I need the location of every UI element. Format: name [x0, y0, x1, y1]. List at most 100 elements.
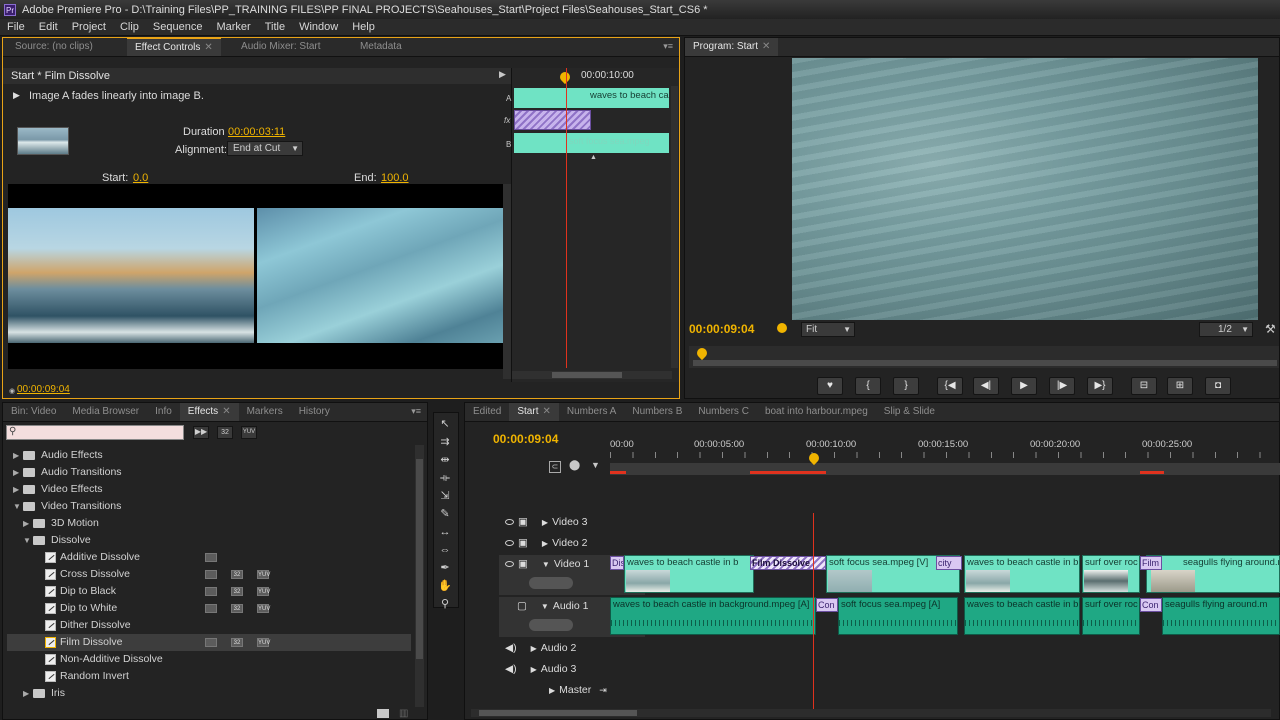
tab-effects[interactable]: Effects ✕: [179, 403, 239, 421]
ec-vertical-scrollbar[interactable]: [671, 86, 678, 368]
yuv-effects-filter[interactable]: YUV: [241, 426, 257, 439]
audio-clip[interactable]: seagulls flying around.m: [1162, 597, 1280, 635]
tab-numbers-c[interactable]: Numbers C: [690, 403, 757, 421]
expand-icon[interactable]: ▶: [23, 515, 33, 532]
program-playhead-icon[interactable]: [694, 345, 710, 361]
audio-clip[interactable]: waves to beach castle in b: [964, 597, 1080, 635]
toggle-output-icon[interactable]: ▢: [517, 600, 527, 612]
tree-dissolve[interactable]: ▼ Dissolve: [7, 532, 411, 549]
ec-current-time[interactable]: 00:00:09:04: [17, 384, 70, 395]
step-forward-button[interactable]: |▶: [1049, 377, 1075, 395]
set-marker-icon[interactable]: ⬤: [569, 460, 580, 471]
audio-transition[interactable]: Con: [1140, 598, 1162, 612]
mark-out-button[interactable]: }: [893, 377, 919, 395]
film-icon[interactable]: ▣: [518, 537, 528, 549]
step-back-button[interactable]: ◀|: [973, 377, 999, 395]
timeline-scrollbar[interactable]: [471, 709, 1271, 717]
lift-button[interactable]: ⊟: [1131, 377, 1157, 395]
effects-scrollbar[interactable]: [415, 445, 424, 707]
expand-icon[interactable]: ▶: [542, 539, 548, 548]
eye-icon[interactable]: [505, 540, 514, 546]
ec-left-scrollbar[interactable]: [503, 184, 511, 379]
trash-icon[interactable]: ▥: [399, 708, 408, 719]
collapse-icon[interactable]: ▼: [23, 532, 33, 549]
tree-non-additive-dissolve[interactable]: Non-Additive Dissolve: [7, 651, 411, 668]
video-clip[interactable]: waves to beach castle in b: [624, 555, 754, 593]
alignment-dropdown[interactable]: End at Cut ▼: [227, 141, 303, 156]
tree-additive-dissolve[interactable]: Additive Dissolve: [7, 549, 411, 566]
start-value[interactable]: 0.0: [133, 172, 148, 184]
ec-clip-a[interactable]: waves to beach castle in backgrou: [514, 88, 669, 108]
tab-audio-mixer[interactable]: Audio Mixer: Start: [221, 38, 341, 56]
tree-film-dissolve[interactable]: Film Dissolve 32 YUV: [7, 634, 411, 651]
go-to-out-button[interactable]: ▶}: [1087, 377, 1113, 395]
video-transition[interactable]: Film: [1140, 556, 1162, 570]
tab-media-browser[interactable]: Media Browser: [64, 403, 147, 421]
collapse-icon[interactable]: ▼: [541, 602, 549, 611]
rate-stretch-tool-icon[interactable]: ⇲: [437, 489, 453, 503]
menu-sequence[interactable]: Sequence: [146, 21, 210, 33]
close-icon[interactable]: ✕: [762, 41, 770, 52]
video-transition-film-dissolve[interactable]: Film Dissolve: [750, 556, 826, 570]
32bit-effects-filter[interactable]: 32: [217, 426, 233, 439]
ripple-edit-tool-icon[interactable]: ⇹: [437, 453, 453, 467]
tree-3d-motion[interactable]: ▶ 3D Motion: [7, 515, 411, 532]
expand-icon[interactable]: ▶: [542, 518, 548, 527]
ec-transition-block[interactable]: [514, 110, 591, 130]
speaker-icon[interactable]: ◀): [505, 642, 517, 654]
tab-info[interactable]: Info: [147, 403, 180, 421]
program-timecode[interactable]: 00:00:09:04: [689, 322, 754, 336]
tree-video-effects[interactable]: ▶ Video Effects: [7, 481, 411, 498]
zoom-tool-icon[interactable]: ⚲: [437, 597, 453, 611]
menu-window[interactable]: Window: [292, 21, 345, 33]
mark-in-button[interactable]: {: [855, 377, 881, 395]
tab-markers[interactable]: Markers: [239, 403, 291, 421]
audio-transition[interactable]: Con: [816, 598, 838, 612]
tree-audio-transitions[interactable]: ▶ Audio Transitions: [7, 464, 411, 481]
audio-clip[interactable]: soft focus sea.mpeg [A]: [838, 597, 958, 635]
effects-scroll-thumb[interactable]: [416, 459, 423, 659]
keyframe-toggle[interactable]: [529, 619, 573, 631]
tab-history[interactable]: History: [291, 403, 338, 421]
tab-effect-controls[interactable]: Effect Controls ✕: [127, 38, 221, 56]
tab-numbers-a[interactable]: Numbers A: [559, 403, 624, 421]
expand-icon[interactable]: ▶: [531, 644, 537, 653]
tree-iris[interactable]: ▶ Iris: [7, 685, 411, 702]
menu-file[interactable]: File: [0, 21, 32, 33]
menu-edit[interactable]: Edit: [32, 21, 65, 33]
tab-program[interactable]: Program: Start ✕: [685, 38, 779, 56]
rolling-edit-tool-icon[interactable]: ⟛: [437, 471, 453, 485]
pen-tool-icon[interactable]: ✒: [437, 561, 453, 575]
expand-icon[interactable]: ▶: [549, 686, 555, 695]
audio-clip[interactable]: waves to beach castle in background.mpeg…: [610, 597, 816, 635]
duration-value[interactable]: 00:00:03:11: [228, 126, 285, 138]
expand-icon[interactable]: ▶: [13, 481, 23, 498]
tab-edited[interactable]: Edited: [465, 403, 509, 421]
video-transition[interactable]: city: [936, 556, 962, 570]
program-time-ruler[interactable]: [689, 345, 1279, 368]
menu-title[interactable]: Title: [258, 21, 292, 33]
track-select-tool-icon[interactable]: ⇉: [437, 435, 453, 449]
tab-source[interactable]: Source: (no clips): [3, 38, 127, 56]
expand-icon[interactable]: ▶: [13, 464, 23, 481]
menu-help[interactable]: Help: [345, 21, 382, 33]
ec-horizontal-scrollbar[interactable]: [512, 371, 672, 379]
expand-icon[interactable]: ▶: [531, 665, 537, 674]
video-clip[interactable]: surf over roc: [1082, 555, 1140, 593]
tree-dither-dissolve[interactable]: Dither Dissolve: [7, 617, 411, 634]
film-icon[interactable]: ▣: [518, 516, 528, 528]
expand-icon[interactable]: ▶: [13, 447, 23, 464]
video-transition[interactable]: Dis: [610, 556, 624, 570]
menu-clip[interactable]: Clip: [113, 21, 146, 33]
collapse-icon[interactable]: ▼: [542, 560, 550, 569]
snap-icon[interactable]: ⊂: [549, 461, 561, 473]
menu-project[interactable]: Project: [65, 21, 113, 33]
video-clip[interactable]: seagulls flying around.m: [1146, 555, 1280, 593]
tab-bin-video[interactable]: Bin: Video: [3, 403, 64, 421]
go-to-in-button[interactable]: {◀: [937, 377, 963, 395]
tab-metadata[interactable]: Metadata: [341, 38, 421, 56]
zoom-fit-dropdown[interactable]: Fit ▼: [801, 322, 855, 337]
ec-play-icon[interactable]: ◉: [9, 387, 15, 395]
play-transition-icon[interactable]: ▶: [13, 90, 20, 101]
eye-icon[interactable]: [505, 561, 514, 567]
